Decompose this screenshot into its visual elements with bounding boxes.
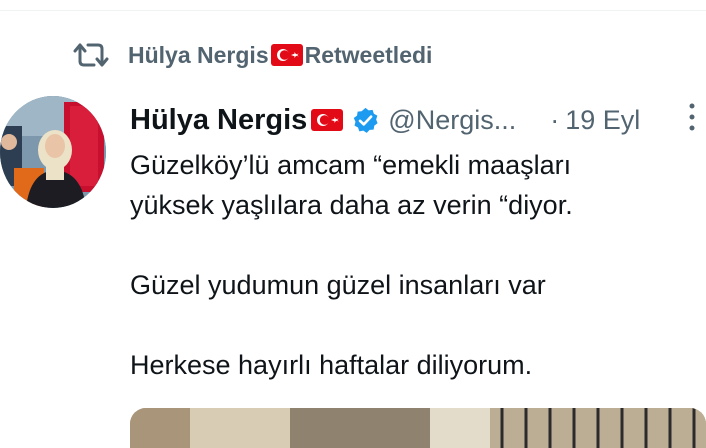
author-handle[interactable]: @Nergis... xyxy=(388,105,516,136)
retweet-icon xyxy=(73,43,109,67)
retweeter-name[interactable]: Hülya Nergis xyxy=(128,42,269,69)
separator-dot: · xyxy=(550,104,560,135)
tweet-line: Güzelköy’lü amcam “emekli maaşları xyxy=(130,150,572,180)
tweet-line: Güzel yudumun güzel insanları var xyxy=(130,270,546,300)
tweet-timestamp[interactable]: 19 Eyl xyxy=(565,105,640,136)
turkish-flag-icon xyxy=(311,109,344,131)
author-name[interactable]: Hülya Nergis xyxy=(130,104,307,137)
verified-badge-icon xyxy=(354,107,378,133)
retweet-label: Retweetledi xyxy=(304,41,433,68)
turkish-flag-icon xyxy=(270,44,303,66)
retweet-context[interactable]: Hülya Nergis Retweetledi xyxy=(72,38,432,72)
top-divider xyxy=(0,10,706,11)
profile-avatar[interactable] xyxy=(0,96,106,208)
tweet-line: Herkese hayırlı haftalar diliyorum. xyxy=(130,350,533,380)
tweet-text: Güzelköy’lü amcam “emekli maaşları yükse… xyxy=(130,145,700,385)
more-options-icon[interactable] xyxy=(684,100,700,134)
tweet-media-image[interactable] xyxy=(130,408,706,448)
tweet-header: Hülya Nergis @Nergis... · 19 Eyl xyxy=(130,100,640,140)
tweet-line: yüksek yaşlılara daha az verin “diyor. xyxy=(130,190,573,220)
